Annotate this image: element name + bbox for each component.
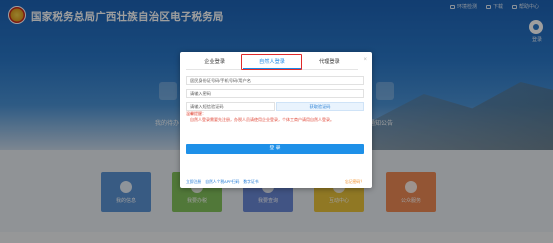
password-input[interactable]: 请输入密码 xyxy=(186,89,364,98)
register-link[interactable]: 立即注册 xyxy=(186,180,201,185)
bottom-links: 立即注册 自然人个税APP扫码 数字证书 xyxy=(186,180,259,185)
tab-enterprise-login[interactable]: 企业登录 xyxy=(186,56,243,69)
get-code-button[interactable]: 获取验证码 xyxy=(276,102,364,111)
tip-text: 自然人登录需要先注册，办税人员请使用企业登录，个体工商户请用自然人登录。 xyxy=(190,117,334,122)
sms-code-input[interactable]: 请输入短信验证码 xyxy=(186,102,275,111)
tab-highlight-box xyxy=(241,54,302,70)
login-button[interactable]: 登 录 xyxy=(186,144,364,154)
cert-login-link[interactable]: 数字证书 xyxy=(243,180,258,185)
app-scan-link[interactable]: 自然人个税APP扫码 xyxy=(205,180,239,185)
tab-agent-login[interactable]: 代理登录 xyxy=(301,56,358,69)
account-input[interactable]: 居民身份证号码/手机号码/用户名 xyxy=(186,76,364,85)
login-modal: × 企业登录 自然人登录 代理登录 居民身份证号码/手机号码/用户名 请输入密码… xyxy=(180,52,372,188)
close-icon[interactable]: × xyxy=(363,57,367,63)
forgot-password-link[interactable]: 忘记密码？ xyxy=(345,180,364,185)
